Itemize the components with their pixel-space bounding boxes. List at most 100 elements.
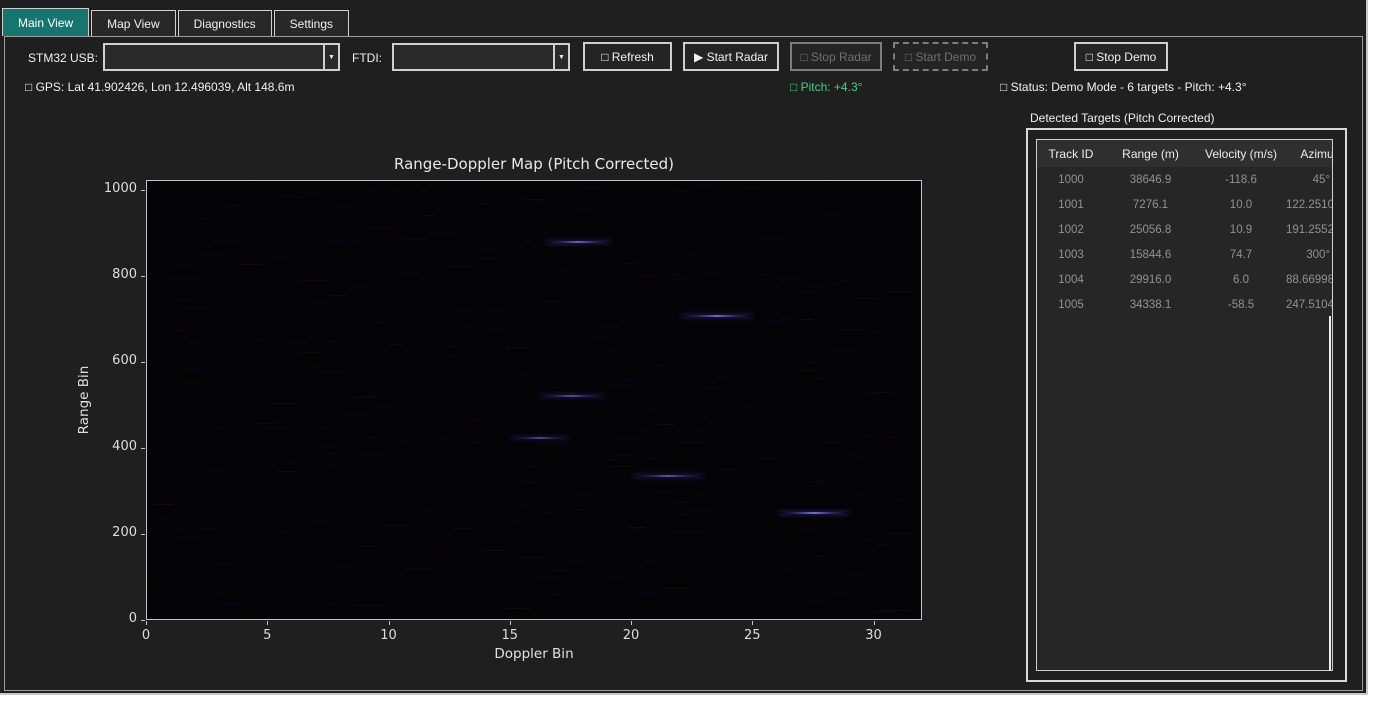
noise-speck xyxy=(452,257,458,258)
noise-speck xyxy=(176,530,184,531)
noise-speck xyxy=(231,614,258,615)
noise-speck xyxy=(646,278,656,279)
chevron-down-icon[interactable]: ▼ xyxy=(323,45,338,69)
tab-diagnostics[interactable]: Diagnostics xyxy=(178,10,272,36)
table-cell: 88.66998 xyxy=(1286,274,1332,286)
noise-speck xyxy=(314,367,322,368)
targets-panel-title: Detected Targets (Pitch Corrected) xyxy=(1030,111,1215,125)
noise-speck xyxy=(490,311,502,312)
x-tick-label: 15 xyxy=(490,628,530,643)
noise-speck xyxy=(202,218,210,219)
stm32-usb-label: STM32 USB: xyxy=(28,51,98,65)
noise-speck xyxy=(829,592,850,593)
noise-speck xyxy=(189,343,201,344)
noise-speck xyxy=(326,453,341,454)
noise-speck xyxy=(345,542,360,543)
x-tick-mark xyxy=(389,621,390,625)
noise-speck xyxy=(213,594,229,595)
noise-speck xyxy=(256,423,278,424)
noise-speck xyxy=(865,391,882,392)
noise-speck xyxy=(218,342,227,343)
tab-main-view[interactable]: Main View xyxy=(2,8,89,36)
column-header[interactable]: Track ID xyxy=(1037,140,1105,167)
noise-speck xyxy=(611,466,633,467)
range-doppler-heatmap xyxy=(146,180,922,620)
noise-speck xyxy=(381,525,409,526)
tab-settings[interactable]: Settings xyxy=(274,10,349,36)
table-row[interactable]: 100429916.06.088.66998 xyxy=(1037,267,1332,292)
noise-speck xyxy=(521,482,542,483)
table-scrollbar[interactable] xyxy=(1329,316,1331,671)
stm32-port-combobox[interactable]: ▼ xyxy=(103,43,340,71)
y-tick-mark xyxy=(141,448,145,449)
noise-speck xyxy=(483,197,490,198)
x-axis-label: Doppler Bin xyxy=(146,646,922,662)
table-cell: 122.2510 xyxy=(1286,199,1332,211)
noise-speck xyxy=(602,326,620,327)
column-header[interactable]: Range (m) xyxy=(1105,140,1196,167)
noise-speck xyxy=(639,276,661,277)
noise-speck xyxy=(640,592,656,593)
noise-speck xyxy=(570,560,586,561)
chevron-down-icon[interactable]: ▼ xyxy=(553,45,568,69)
table-row[interactable]: 100534338.1-58.5247.5104 xyxy=(1037,292,1332,317)
noise-speck xyxy=(516,542,537,543)
target-streak xyxy=(539,395,604,397)
noise-speck xyxy=(562,271,569,272)
table-cell: 74.7 xyxy=(1196,249,1286,261)
ftdi-port-combobox[interactable]: ▼ xyxy=(392,43,570,71)
noise-speck xyxy=(369,190,379,191)
y-tick-mark xyxy=(141,276,145,277)
noise-speck xyxy=(467,200,477,201)
column-header[interactable]: Azimuth xyxy=(1286,140,1333,167)
tab-bar: Main ViewMap ViewDiagnosticsSettings xyxy=(2,8,351,36)
stop-radar-button: □ Stop Radar xyxy=(790,42,882,71)
table-cell: 34338.1 xyxy=(1105,299,1196,311)
noise-speck xyxy=(398,272,419,273)
noise-speck xyxy=(230,188,245,189)
noise-speck xyxy=(523,199,545,200)
noise-speck xyxy=(509,522,519,523)
y-tick-mark xyxy=(141,190,145,191)
noise-speck xyxy=(648,458,656,459)
noise-speck xyxy=(515,557,543,558)
x-tick-mark xyxy=(752,621,753,625)
noise-speck xyxy=(528,466,537,467)
noise-speck xyxy=(179,370,205,371)
noise-speck xyxy=(698,273,720,274)
noise-speck xyxy=(375,405,390,406)
noise-speck xyxy=(589,336,607,337)
noise-speck xyxy=(698,387,720,388)
noise-speck xyxy=(595,377,621,378)
noise-speck xyxy=(627,529,643,530)
noise-speck xyxy=(614,579,641,580)
noise-speck xyxy=(651,365,668,366)
noise-speck xyxy=(761,274,767,275)
y-tick-label: 600 xyxy=(95,353,137,368)
table-row[interactable]: 100225056.810.9191.2552 xyxy=(1037,217,1332,242)
noise-speck xyxy=(857,298,875,299)
table-row[interactable]: 10017276.110.0122.2510 xyxy=(1037,192,1332,217)
y-axis-label: Range Bin xyxy=(76,366,92,435)
stop-demo-button[interactable]: □ Stop Demo xyxy=(1074,42,1168,71)
noise-speck xyxy=(890,428,918,429)
table-row[interactable]: 100315844.674.7300° xyxy=(1037,242,1332,267)
noise-speck xyxy=(732,428,743,429)
noise-speck xyxy=(277,497,296,498)
column-header[interactable]: Velocity (m/s) xyxy=(1196,140,1286,167)
table-row[interactable]: 100038646.9-118.645° xyxy=(1037,167,1332,192)
noise-speck xyxy=(877,544,891,545)
table-cell: 38646.9 xyxy=(1105,174,1196,186)
noise-speck xyxy=(574,509,584,510)
tab-map-view[interactable]: Map View xyxy=(91,10,175,36)
noise-speck xyxy=(776,277,805,278)
noise-speck xyxy=(319,447,340,448)
start-radar-button[interactable]: ▶ Start Radar xyxy=(683,42,779,71)
table-cell: 1003 xyxy=(1037,249,1105,261)
noise-speck xyxy=(405,568,432,569)
table-header-row: Track IDRange (m)Velocity (m/s)Azimuth xyxy=(1037,140,1332,167)
noise-speck xyxy=(557,392,575,393)
refresh-button[interactable]: □ Refresh xyxy=(583,42,672,71)
noise-speck xyxy=(875,324,887,325)
noise-speck xyxy=(851,456,865,457)
